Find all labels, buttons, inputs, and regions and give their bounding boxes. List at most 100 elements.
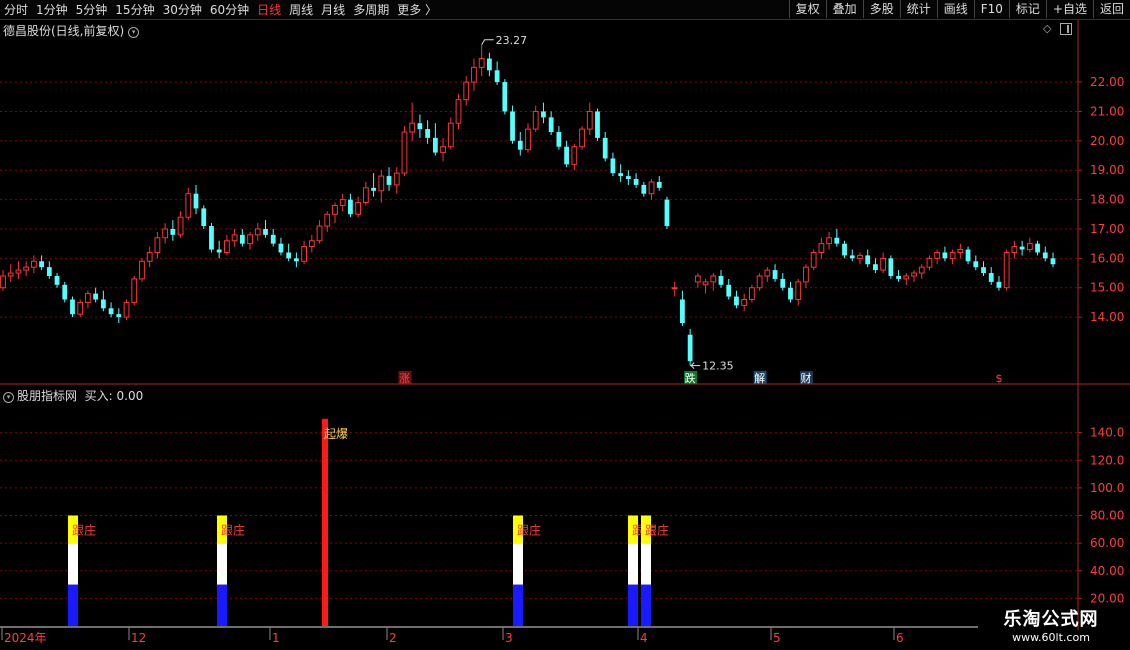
candle-body xyxy=(1011,246,1018,253)
candle-body xyxy=(880,257,887,271)
candle-body xyxy=(263,228,268,235)
main-y-tick-label: 18.00 xyxy=(1090,193,1124,207)
candle-body xyxy=(772,270,778,279)
x-tick-label: 3 xyxy=(505,631,513,645)
candle-body xyxy=(278,243,284,253)
main-y-tick-label: 21.00 xyxy=(1090,104,1124,118)
signal-bar-segment xyxy=(641,584,651,626)
candle-body xyxy=(641,184,647,194)
candle-body xyxy=(478,58,485,68)
candle-body xyxy=(510,111,515,141)
candle-body xyxy=(749,287,755,300)
candle-body xyxy=(209,226,214,250)
event-marker[interactable]: 财 xyxy=(800,371,811,385)
candle-body xyxy=(487,58,492,71)
signal-bar-segment xyxy=(641,543,651,585)
candle-body xyxy=(108,308,114,315)
candle-body xyxy=(62,284,68,300)
signal-label: 起爆 xyxy=(324,427,348,441)
candle-body xyxy=(648,181,655,195)
x-tick-label: 12 xyxy=(131,631,146,645)
candle-body xyxy=(756,275,763,289)
x-tick-label: 4 xyxy=(640,631,648,645)
signal-label: 跟庄 xyxy=(72,523,96,538)
candle-body xyxy=(216,249,222,253)
candle-body xyxy=(93,293,99,300)
candle-body xyxy=(139,260,145,280)
candle-body xyxy=(393,172,400,186)
candle-body xyxy=(455,99,462,124)
event-marker[interactable]: $ xyxy=(995,372,1002,385)
signal-bar-segment xyxy=(628,543,638,585)
candle-body xyxy=(810,251,817,268)
ind-y-tick-label: 100.0 xyxy=(1090,481,1124,495)
candle-body xyxy=(170,228,176,235)
candle-body xyxy=(694,275,701,283)
signal-label: 跟庄 xyxy=(645,523,669,538)
candle-body xyxy=(973,261,979,268)
candle-body xyxy=(39,261,44,268)
candle-body xyxy=(595,111,600,138)
candle-body xyxy=(502,82,508,112)
candle-body xyxy=(362,187,369,204)
candle-body xyxy=(348,199,353,215)
candle-body xyxy=(116,314,122,318)
signal-bar-segment xyxy=(628,584,638,626)
candle-body xyxy=(618,173,624,177)
ind-y-tick-label: 140.0 xyxy=(1090,426,1124,440)
candle-body xyxy=(201,208,207,227)
candle-body xyxy=(873,264,878,271)
signal-bar-segment xyxy=(217,584,227,626)
main-y-tick-label: 22.00 xyxy=(1090,75,1124,89)
candle-body xyxy=(525,128,531,151)
candle-body xyxy=(849,255,855,259)
candle-body xyxy=(355,202,362,215)
ind-y-tick-label: 80.00 xyxy=(1090,509,1124,523)
candle-body xyxy=(100,299,106,309)
watermark-url: www.60lt.com xyxy=(1012,631,1090,644)
candle-body xyxy=(896,275,901,279)
signal-bar-segment xyxy=(513,543,523,585)
candle-body xyxy=(231,234,238,242)
signal-bar-segment xyxy=(513,584,523,626)
candle-body xyxy=(1003,251,1010,289)
candle-body xyxy=(239,234,245,244)
candle-body xyxy=(417,123,423,130)
candle-body xyxy=(324,213,331,227)
event-marker[interactable]: 解 xyxy=(754,371,765,385)
candle-body xyxy=(270,234,276,244)
candle-body xyxy=(625,176,631,180)
candle-body xyxy=(532,110,539,130)
candle-body xyxy=(556,132,562,147)
event-marker[interactable]: 跌 xyxy=(685,371,696,385)
candle-body xyxy=(671,287,678,290)
candle-body xyxy=(463,81,470,101)
candle-body xyxy=(988,273,994,282)
candle-body xyxy=(401,131,408,174)
main-y-tick-label: 17.00 xyxy=(1090,222,1124,236)
candle-body xyxy=(316,225,323,242)
high-label: 23.27 xyxy=(496,34,528,47)
candle-body xyxy=(23,266,30,271)
candle-body xyxy=(586,110,593,130)
candle-body xyxy=(1042,252,1048,259)
candle-body xyxy=(54,275,60,285)
main-y-tick-label: 15.00 xyxy=(1090,281,1124,295)
low-label: 12.35 xyxy=(702,360,734,373)
main-y-tick-label: 16.00 xyxy=(1090,251,1124,265)
candle-body xyxy=(548,117,554,133)
candle-body xyxy=(741,298,748,306)
candle-body xyxy=(494,70,500,83)
candle-body xyxy=(30,260,37,268)
candle-body xyxy=(123,301,130,318)
candle-body xyxy=(332,204,338,215)
candle-body xyxy=(734,296,739,306)
candle-body xyxy=(865,255,871,265)
candle-body xyxy=(162,228,169,239)
event-marker[interactable]: 涨 xyxy=(399,372,410,385)
candle-body xyxy=(409,122,416,133)
candle-body xyxy=(254,228,261,236)
candle-body xyxy=(339,199,346,206)
candle-body xyxy=(664,199,670,227)
candle-body xyxy=(918,266,925,274)
